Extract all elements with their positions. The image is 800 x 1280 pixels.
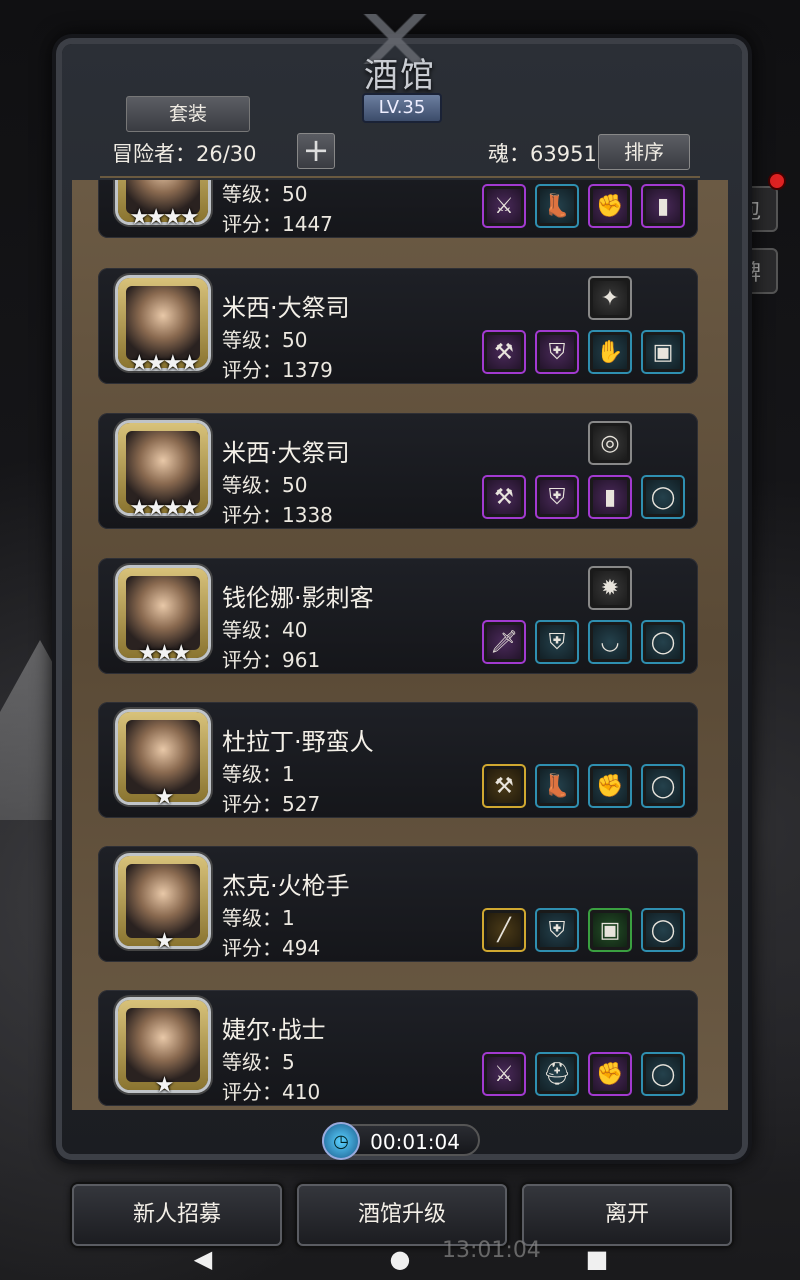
sword-icon[interactable]: ⚔ <box>482 1052 526 1096</box>
adventurer-count: 冒险者：26/30 <box>112 142 257 166</box>
hero-name: 婕尔·战士 <box>222 1016 326 1044</box>
armor-icon[interactable]: ⛨ <box>535 330 579 374</box>
hero-name: 米西·大祭司 <box>222 294 350 322</box>
side-button-bag-label: 包 <box>738 199 761 224</box>
nav-home-icon[interactable]: ● <box>385 1244 415 1274</box>
hero-score: 评分：527 <box>222 792 321 816</box>
hero-row[interactable]: ★ 婕尔·战士等级：5 评分：410 ⚔ ⛑ ✊ ◯ <box>98 990 698 1106</box>
gauntlet-icon[interactable]: ✋ <box>588 330 632 374</box>
star-rating: ★★★★ <box>129 205 200 230</box>
chest-icon[interactable]: ▣ <box>641 330 685 374</box>
hero-score: 评分：494 <box>222 936 321 960</box>
boots-icon[interactable]: 👢 <box>535 184 579 228</box>
hero-score: 评分：1338 <box>222 503 333 527</box>
notification-dot <box>768 172 786 190</box>
flame-icon[interactable]: ✹ <box>588 566 632 610</box>
ring-icon[interactable]: ◯ <box>641 1052 685 1096</box>
hero-avatar <box>126 431 200 505</box>
hero-name: 杜拉丁·野蛮人 <box>222 728 374 756</box>
sword-icon[interactable]: ⚔ <box>482 184 526 228</box>
armor-icon[interactable]: ⛨ <box>535 620 579 664</box>
hero-level: 等级：50 <box>222 328 308 352</box>
star-rating: ★★★ <box>137 641 191 666</box>
ring-icon[interactable]: ◯ <box>641 620 685 664</box>
hero-level: 等级：40 <box>222 618 308 642</box>
hero-level: 等级：5 <box>222 1050 295 1074</box>
boots-icon[interactable]: 👢 <box>535 764 579 808</box>
hero-portrait[interactable]: ★★★★ <box>118 423 208 521</box>
helmet-icon[interactable]: ⛑ <box>535 1052 579 1096</box>
leave-button[interactable]: 离开 <box>522 1184 732 1246</box>
hero-level: 等级：1 <box>222 762 295 786</box>
hero-name: 米西·大祭司 <box>222 439 350 467</box>
hero-row[interactable]: ★★★ 钱伦娜·影刺客等级：40 评分：961 🗡 ⛨ ◡ ◯ ✹ <box>98 558 698 674</box>
hero-name: 杰克·火枪手 <box>222 872 350 900</box>
hero-avatar <box>126 720 200 794</box>
side-button-card-label: 牌 <box>738 261 761 286</box>
nav-recent-icon[interactable]: ■ <box>582 1244 612 1274</box>
bracelet-icon[interactable]: ◎ <box>588 421 632 465</box>
gloves-icon[interactable]: ✊ <box>588 764 632 808</box>
star-rating: ★ <box>154 785 175 810</box>
leggings-icon[interactable]: ▮ <box>641 184 685 228</box>
hero-portrait[interactable]: ★ <box>118 712 208 810</box>
star-rating: ★ <box>154 929 175 954</box>
set-tab-button[interactable]: 套装 <box>126 96 250 132</box>
ring-icon[interactable]: ◯ <box>641 908 685 952</box>
star-rating: ★★★★ <box>129 351 200 376</box>
hero-portrait[interactable]: ★★★ <box>118 568 208 666</box>
hero-row[interactable]: ★★★★ 等级：50 评分：1447 ⚔ 👢 ✊ ▮ <box>98 180 698 238</box>
hero-portrait[interactable]: ★★★★ <box>118 278 208 376</box>
necklace-icon[interactable]: ◡ <box>588 620 632 664</box>
hero-level: 等级：1 <box>222 906 295 930</box>
hero-score: 评分：410 <box>222 1080 321 1104</box>
hero-row[interactable]: ★★★★ 米西·大祭司等级：50 评分：1379 ⚒ ⛨ ✋ ▣ ✦ <box>98 268 698 384</box>
hero-avatar <box>126 576 200 650</box>
axe-icon[interactable]: ⚒ <box>482 764 526 808</box>
header-divider <box>100 176 700 178</box>
add-slot-button[interactable]: + <box>297 133 335 169</box>
hero-score: 评分：1447 <box>222 212 333 236</box>
hero-row[interactable]: ★ 杰克·火枪手等级：1 评分：494 ╱ ⛨ ▣ ◯ <box>98 846 698 962</box>
hero-portrait[interactable]: ★★★★ <box>118 180 208 230</box>
sort-button[interactable]: 排序 <box>598 134 690 170</box>
ring-icon[interactable]: ◯ <box>641 764 685 808</box>
recruit-button[interactable]: 新人招募 <box>72 1184 282 1246</box>
hero-name: 钱伦娜·影刺客 <box>222 584 374 612</box>
hammer-icon[interactable]: ⚒ <box>482 475 526 519</box>
hero-row[interactable]: ★★★★ 米西·大祭司等级：50 评分：1338 ⚒ ⛨ ▮ ◯ ◎ <box>98 413 698 529</box>
hero-score: 评分：1379 <box>222 358 333 382</box>
soul-count: 魂：63951 <box>488 142 597 166</box>
chest-icon[interactable]: ▣ <box>588 908 632 952</box>
armor-icon[interactable]: ⛨ <box>535 908 579 952</box>
gloves-icon[interactable]: ✊ <box>588 1052 632 1096</box>
tavern-upgrade-button[interactable]: 酒馆升级 <box>297 1184 507 1246</box>
hero-portrait[interactable]: ★ <box>118 1000 208 1098</box>
hero-level: 等级：50 <box>222 182 308 206</box>
hero-level: 等级：50 <box>222 473 308 497</box>
claw-icon[interactable]: ✦ <box>588 276 632 320</box>
hero-portrait[interactable]: ★ <box>118 856 208 954</box>
clock-icon: ◷ <box>322 1122 360 1160</box>
hero-score: 评分：961 <box>222 648 321 672</box>
panel-title: 酒馆 <box>364 56 436 96</box>
hero-avatar <box>126 864 200 938</box>
hammer-icon[interactable]: ⚒ <box>482 330 526 374</box>
hero-avatar <box>126 286 200 360</box>
nav-back-icon[interactable]: ◀ <box>188 1244 218 1274</box>
ring-icon[interactable]: ◯ <box>641 475 685 519</box>
gloves-icon[interactable]: ✊ <box>588 184 632 228</box>
rifle-icon[interactable]: ╱ <box>482 908 526 952</box>
hero-row[interactable]: ★ 杜拉丁·野蛮人等级：1 评分：527 ⚒ 👢 ✊ ◯ <box>98 702 698 818</box>
dagger-icon[interactable]: 🗡 <box>482 620 526 664</box>
hero-list[interactable]: ★★★★ 等级：50 评分：1447 ⚔ 👢 ✊ ▮ ★★★★ 米西·大祭司 等级：50 评分：13… <box>72 180 728 1110</box>
leggings-icon[interactable]: ▮ <box>588 475 632 519</box>
tavern-level-badge: LV.35 <box>362 93 442 123</box>
armor-icon[interactable]: ⛨ <box>535 475 579 519</box>
star-rating: ★ <box>154 1073 175 1098</box>
hero-avatar <box>126 1008 200 1082</box>
star-rating: ★★★★ <box>129 496 200 521</box>
